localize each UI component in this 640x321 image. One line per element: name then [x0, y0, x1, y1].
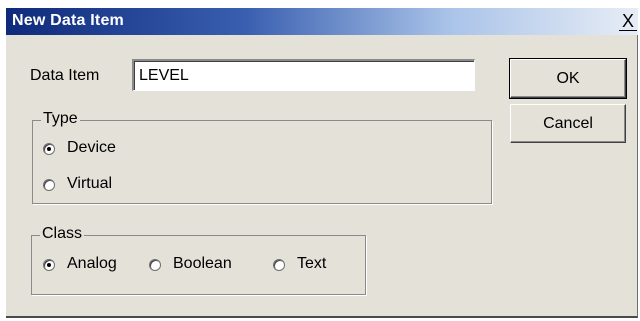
- boolean-radio-label[interactable]: Boolean: [173, 255, 232, 273]
- dialog-title: New Data Item: [12, 12, 124, 29]
- titlebar: New Data Item X: [6, 8, 638, 35]
- device-radio[interactable]: [43, 143, 55, 155]
- new-data-item-dialog: New Data Item X Data Item OK Cancel Type…: [6, 8, 638, 318]
- analog-radio[interactable]: [43, 259, 55, 271]
- text-radio[interactable]: [273, 259, 285, 271]
- device-radio-label[interactable]: Device: [67, 139, 116, 157]
- virtual-radio[interactable]: [43, 179, 55, 191]
- data-item-label: Data Item: [30, 67, 100, 84]
- ok-button[interactable]: OK: [509, 58, 627, 99]
- analog-radio-label[interactable]: Analog: [67, 255, 117, 273]
- type-group-legend: Type: [41, 110, 80, 128]
- text-radio-label[interactable]: Text: [297, 255, 326, 273]
- boolean-radio[interactable]: [149, 259, 161, 271]
- class-group-legend: Class: [40, 225, 85, 243]
- data-item-input[interactable]: [132, 59, 475, 91]
- virtual-radio-label[interactable]: Virtual: [67, 175, 112, 193]
- cancel-button[interactable]: Cancel: [510, 104, 626, 143]
- close-icon[interactable]: X: [619, 12, 637, 31]
